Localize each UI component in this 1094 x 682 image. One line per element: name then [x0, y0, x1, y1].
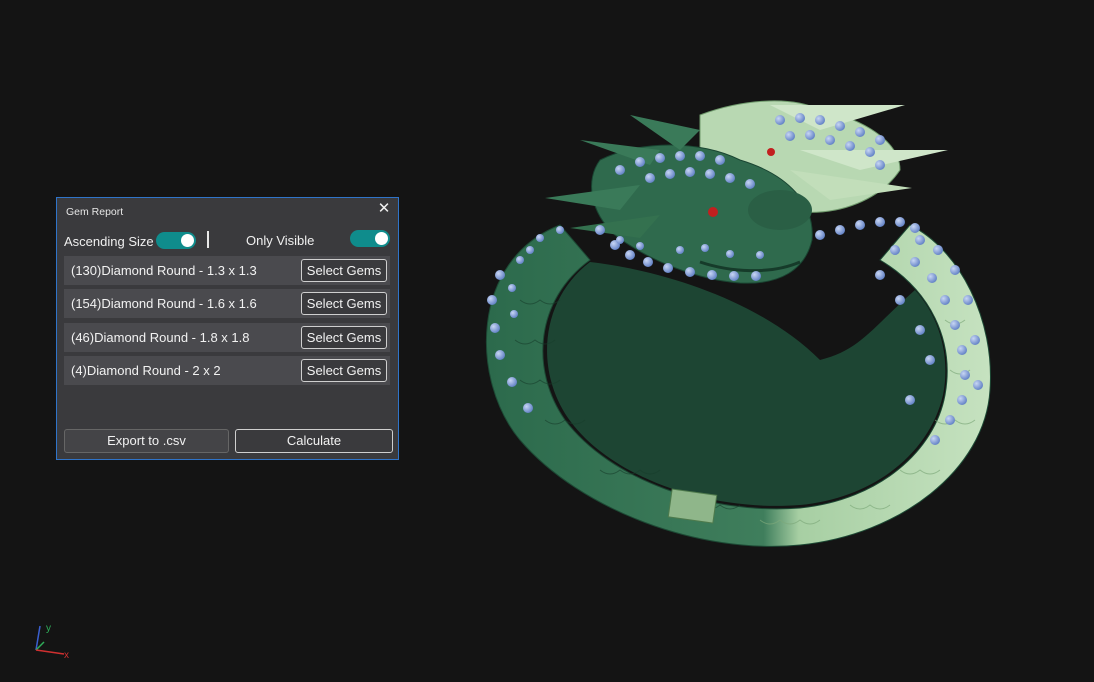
toggle-knob — [181, 234, 194, 247]
ascending-size-label: Ascending Size — [64, 234, 154, 249]
gem-row-label: (130)Diamond Round - 1.3 x 1.3 — [71, 263, 257, 278]
axis-gizmo: y x — [35, 623, 69, 661]
select-gems-button[interactable]: Select Gems — [301, 292, 387, 315]
calculate-button[interactable]: Calculate — [235, 429, 393, 453]
only-visible-toggle[interactable] — [350, 230, 390, 247]
gem-row: (130)Diamond Round - 1.3 x 1.3 Select Ge… — [64, 256, 390, 285]
ascending-size-toggle[interactable] — [156, 232, 196, 249]
gem-row-label: (46)Diamond Round - 1.8 x 1.8 — [71, 330, 250, 345]
select-gems-button[interactable]: Select Gems — [301, 259, 387, 282]
gem-row: (46)Diamond Round - 1.8 x 1.8 Select Gem… — [64, 323, 390, 352]
panel-titlebar[interactable]: Gem Report ✕ — [57, 198, 398, 224]
gem-row-label: (154)Diamond Round - 1.6 x 1.6 — [71, 296, 257, 311]
gem-report-panel: Gem Report ✕ Ascending Size Only Visible… — [56, 197, 399, 460]
clasp-hinge — [667, 488, 718, 524]
gem-row-label: (4)Diamond Round - 2 x 2 — [71, 363, 221, 378]
only-visible-label: Only Visible — [246, 233, 315, 248]
x-axis-line — [35, 649, 65, 655]
x-axis-label: x — [64, 650, 69, 661]
close-icon[interactable]: ✕ — [377, 201, 391, 217]
panel-title: Gem Report — [66, 206, 124, 218]
select-gems-button[interactable]: Select Gems — [301, 326, 387, 349]
divider — [207, 231, 209, 248]
gem-row: (4)Diamond Round - 2 x 2 Select Gems — [64, 356, 390, 385]
y-axis-label: y — [46, 623, 51, 634]
dragon-bangle-model[interactable] — [485, 100, 991, 547]
export-csv-button[interactable]: Export to .csv — [64, 429, 229, 453]
toggle-knob — [375, 232, 388, 245]
gem-row: (154)Diamond Round - 1.6 x 1.6 Select Ge… — [64, 289, 390, 318]
select-gems-button[interactable]: Select Gems — [301, 359, 387, 382]
